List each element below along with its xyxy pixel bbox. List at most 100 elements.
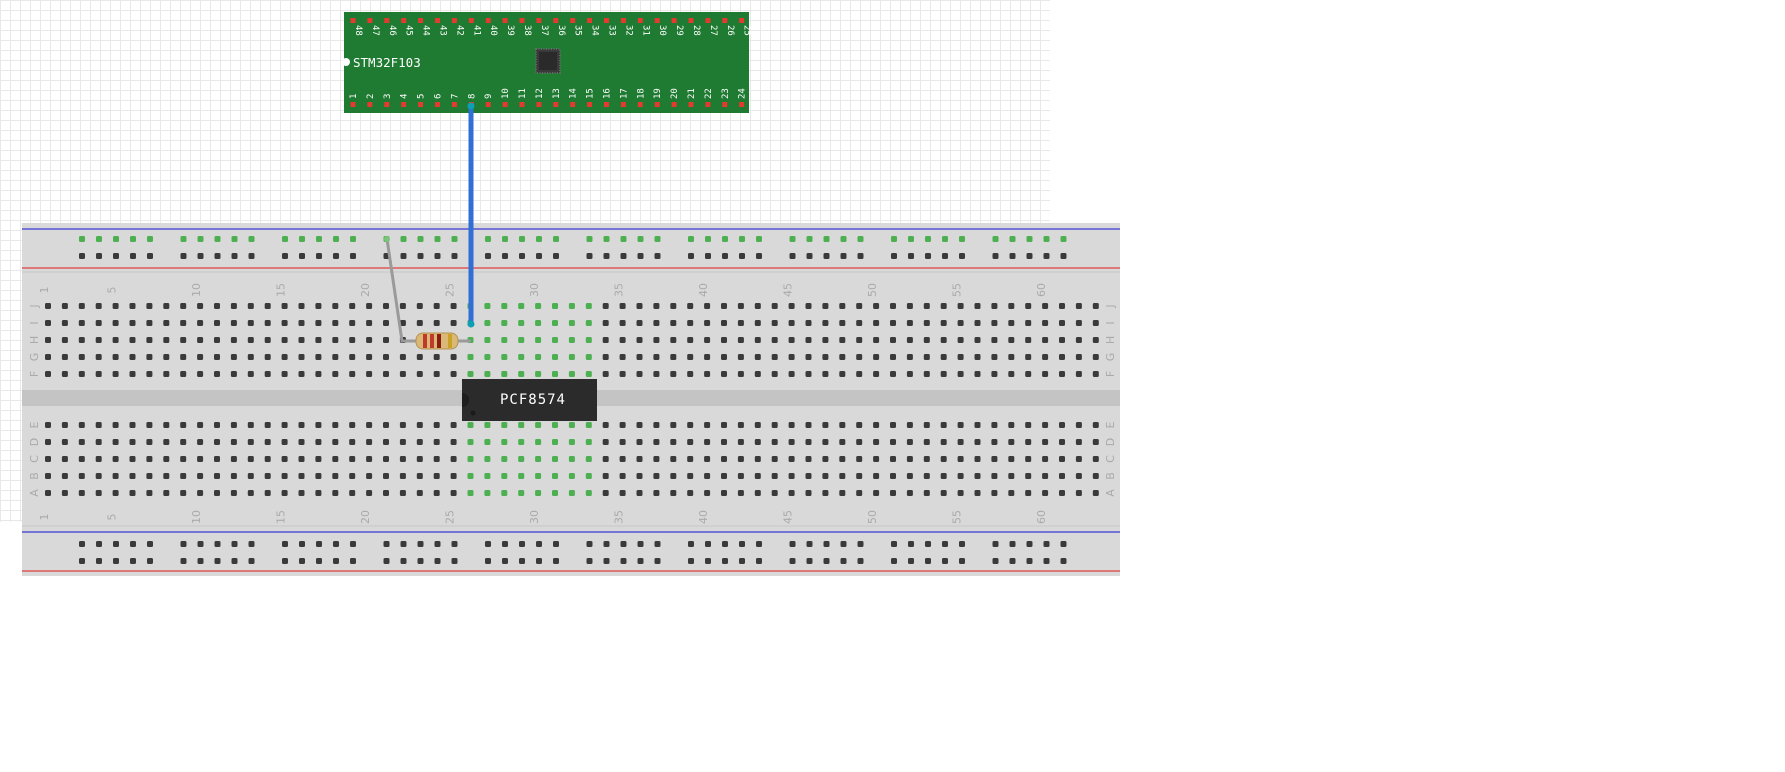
hole-C52[interactable] bbox=[906, 456, 913, 462]
top-rail-hole[interactable] bbox=[586, 236, 593, 242]
hole-A47[interactable] bbox=[822, 490, 829, 496]
hole-G31[interactable] bbox=[552, 354, 558, 360]
top-rail-hole[interactable] bbox=[992, 236, 999, 242]
mcu-pin-19[interactable] bbox=[654, 102, 660, 107]
hole-G30[interactable] bbox=[535, 354, 542, 360]
mcu-pin-45[interactable] bbox=[401, 18, 407, 23]
top-rail-hole[interactable] bbox=[705, 236, 711, 242]
bottom-rail-hole[interactable] bbox=[806, 541, 813, 547]
mcu-pin-36[interactable] bbox=[553, 18, 559, 23]
bottom-rail-hole[interactable] bbox=[553, 558, 559, 564]
hole-E13[interactable] bbox=[247, 422, 254, 428]
hole-B15[interactable] bbox=[281, 473, 288, 479]
hole-A29[interactable] bbox=[518, 490, 525, 496]
mcu-pin-15[interactable] bbox=[587, 102, 593, 107]
hole-G46[interactable] bbox=[805, 354, 812, 360]
hole-J9[interactable] bbox=[180, 303, 187, 309]
hole-I6[interactable] bbox=[129, 320, 136, 326]
top-rail-hole[interactable] bbox=[451, 236, 458, 242]
hole-B25[interactable] bbox=[450, 473, 457, 479]
bottom-rail-hole[interactable] bbox=[739, 541, 745, 547]
top-rail-hole[interactable] bbox=[214, 253, 221, 259]
hole-E37[interactable] bbox=[653, 422, 660, 428]
bottom-rail-hole[interactable] bbox=[756, 558, 762, 564]
hole-C13[interactable] bbox=[247, 456, 254, 462]
hole-I40[interactable] bbox=[704, 320, 711, 326]
hole-F49[interactable] bbox=[856, 371, 863, 377]
hole-B27[interactable] bbox=[484, 473, 491, 479]
bottom-rail-hole[interactable] bbox=[942, 558, 948, 564]
top-rail-hole[interactable] bbox=[96, 236, 102, 242]
hole-E47[interactable] bbox=[822, 422, 829, 428]
mcu-pin-20[interactable] bbox=[671, 102, 677, 107]
top-rail-hole[interactable] bbox=[942, 236, 948, 242]
hole-D16[interactable] bbox=[298, 439, 305, 445]
hole-J3[interactable] bbox=[78, 303, 85, 309]
hole-J8[interactable] bbox=[163, 303, 170, 309]
hole-I12[interactable] bbox=[230, 320, 237, 326]
hole-I32[interactable] bbox=[568, 320, 575, 326]
hole-E27[interactable] bbox=[484, 422, 491, 428]
top-rail-hole[interactable] bbox=[823, 236, 830, 242]
hole-A50[interactable] bbox=[873, 490, 880, 496]
hole-I10[interactable] bbox=[197, 320, 204, 326]
hole-E41[interactable] bbox=[721, 422, 727, 428]
mcu-pin-26[interactable] bbox=[722, 18, 728, 23]
top-rail-hole[interactable] bbox=[248, 236, 255, 242]
mcu-pin-7[interactable] bbox=[451, 102, 457, 107]
hole-F52[interactable] bbox=[906, 371, 913, 377]
hole-C10[interactable] bbox=[197, 456, 204, 462]
hole-I63[interactable] bbox=[1092, 320, 1099, 326]
hole-C30[interactable] bbox=[535, 456, 542, 462]
bottom-rail-hole[interactable] bbox=[485, 541, 491, 547]
hole-D8[interactable] bbox=[163, 439, 170, 445]
hole-D37[interactable] bbox=[653, 439, 660, 445]
bottom-rail-hole[interactable] bbox=[316, 558, 322, 564]
bottom-rail-hole[interactable] bbox=[519, 558, 525, 564]
bottom-rail-hole[interactable] bbox=[620, 541, 627, 547]
hole-D53[interactable] bbox=[923, 439, 930, 445]
hole-G26[interactable] bbox=[467, 354, 474, 360]
top-rail-hole[interactable] bbox=[806, 253, 813, 259]
bottom-rail-hole[interactable] bbox=[1060, 558, 1067, 564]
bottom-rail-hole[interactable] bbox=[654, 541, 661, 547]
hole-C34[interactable] bbox=[602, 456, 609, 462]
hole-A10[interactable] bbox=[197, 490, 204, 496]
hole-H39[interactable] bbox=[687, 337, 694, 343]
hole-B36[interactable] bbox=[636, 473, 643, 479]
bottom-rail-hole[interactable] bbox=[147, 541, 153, 547]
hole-D3[interactable] bbox=[78, 439, 85, 445]
bottom-rail-hole[interactable] bbox=[1026, 541, 1033, 547]
hole-G56[interactable] bbox=[974, 354, 981, 360]
hole-J35[interactable] bbox=[619, 303, 626, 309]
hole-H29[interactable] bbox=[518, 337, 525, 343]
hole-D48[interactable] bbox=[839, 439, 846, 445]
bottom-rail-hole[interactable] bbox=[383, 541, 390, 547]
top-rail-hole[interactable] bbox=[333, 253, 339, 259]
hole-J1[interactable] bbox=[45, 303, 51, 309]
mcu-pin-6[interactable] bbox=[435, 102, 440, 107]
bottom-rail-hole[interactable] bbox=[130, 558, 136, 564]
hole-J49[interactable] bbox=[856, 303, 863, 309]
mcu-pin-46[interactable] bbox=[384, 18, 390, 23]
hole-D14[interactable] bbox=[264, 439, 271, 445]
hole-B48[interactable] bbox=[839, 473, 846, 479]
hole-G6[interactable] bbox=[129, 354, 136, 360]
hole-F44[interactable] bbox=[771, 371, 778, 377]
hole-C51[interactable] bbox=[890, 456, 896, 462]
hole-C16[interactable] bbox=[298, 456, 305, 462]
hole-B42[interactable] bbox=[737, 473, 744, 479]
hole-G27[interactable] bbox=[484, 354, 491, 360]
hole-D38[interactable] bbox=[670, 439, 677, 445]
hole-H46[interactable] bbox=[805, 337, 812, 343]
bottom-rail-hole[interactable] bbox=[925, 541, 931, 547]
hole-D57[interactable] bbox=[991, 439, 998, 445]
hole-D21[interactable] bbox=[383, 439, 389, 445]
hole-B6[interactable] bbox=[129, 473, 136, 479]
hole-G45[interactable] bbox=[788, 354, 795, 360]
hole-E9[interactable] bbox=[180, 422, 187, 428]
hole-J2[interactable] bbox=[61, 303, 68, 309]
hole-J16[interactable] bbox=[298, 303, 305, 309]
hole-J55[interactable] bbox=[957, 303, 964, 309]
hole-F41[interactable] bbox=[721, 371, 727, 377]
